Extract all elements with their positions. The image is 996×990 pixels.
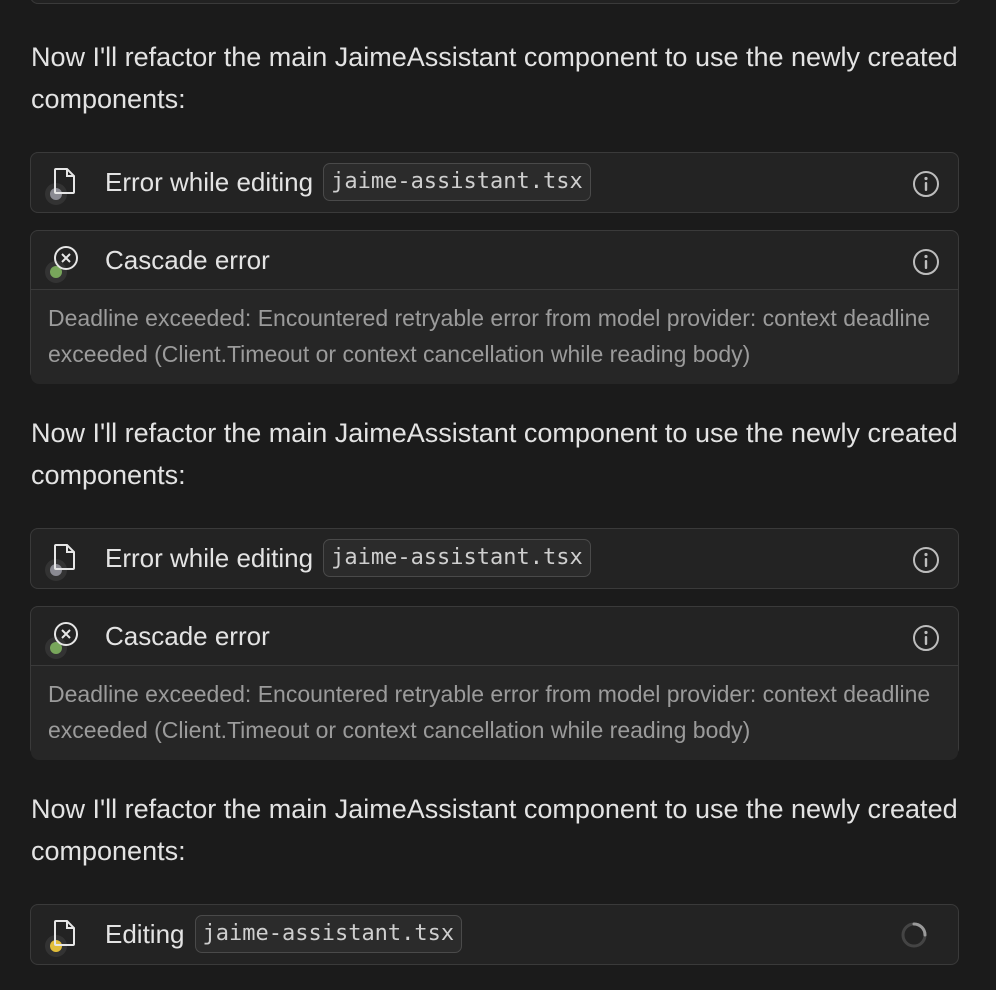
cascade-error-card[interactable]: Cascade error Deadline exceeded: Encount…	[30, 230, 959, 384]
x-circle-icon	[45, 245, 81, 283]
file-name-pill[interactable]: jaime-assistant.tsx	[323, 163, 591, 201]
file-icon	[45, 543, 81, 581]
x-circle-icon	[45, 621, 81, 659]
cascade-error-card[interactable]: Cascade error Deadline exceeded: Encount…	[30, 606, 959, 760]
error-detail: Deadline exceeded: Encountered retryable…	[31, 665, 958, 760]
file-name-pill[interactable]: jaime-assistant.tsx	[323, 539, 591, 577]
assistant-message: Now I'll refactor the main JaimeAssistan…	[31, 794, 958, 866]
edit-status-label: Error while editing	[105, 166, 314, 197]
error-title: Cascade error	[105, 620, 270, 651]
info-icon[interactable]	[912, 170, 940, 198]
error-title: Cascade error	[105, 244, 270, 275]
file-icon	[45, 167, 81, 205]
previous-card-edge	[30, 0, 961, 4]
edit-status-label: Editing	[105, 918, 185, 949]
editing-card[interactable]: Editing jaime-assistant.tsx	[30, 904, 959, 965]
info-icon[interactable]	[912, 624, 940, 652]
edit-status-label: Error while editing	[105, 542, 314, 573]
loading-spinner-icon	[901, 922, 927, 948]
error-detail: Deadline exceeded: Encountered retryable…	[31, 289, 958, 384]
file-name-pill[interactable]: jaime-assistant.tsx	[194, 915, 463, 953]
info-icon[interactable]	[912, 546, 940, 574]
edit-error-card[interactable]: Error while editing jaime-assistant.tsx	[30, 152, 959, 213]
edit-error-card[interactable]: Error while editing jaime-assistant.tsx	[30, 528, 959, 589]
assistant-message: Now I'll refactor the main JaimeAssistan…	[31, 418, 958, 490]
info-icon[interactable]	[912, 248, 940, 276]
file-icon	[45, 919, 81, 957]
assistant-message: Now I'll refactor the main JaimeAssistan…	[31, 42, 958, 114]
